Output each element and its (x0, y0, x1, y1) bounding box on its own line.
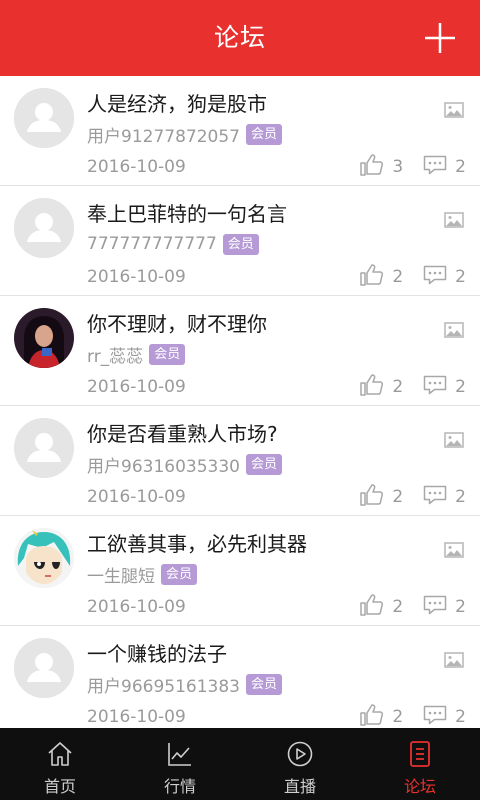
home-icon (46, 740, 74, 768)
post-date: 2016-10-09 (87, 157, 186, 177)
post-author[interactable]: 777777777777 (87, 234, 217, 254)
post-date: 2016-10-09 (87, 707, 186, 727)
member-badge: 会员 (245, 453, 282, 475)
image-icon (444, 432, 464, 448)
add-post-icon[interactable] (420, 18, 460, 58)
post-item[interactable]: 工欲善其事，必先利其器 一生腿短 会员 2016-10-09 2 2 (0, 516, 480, 626)
post-date: 2016-10-09 (87, 267, 186, 287)
like-count: 3 (392, 157, 404, 177)
like-count: 2 (392, 707, 404, 727)
post-item[interactable]: 你是否看重熟人市场? 用户96316035330 会员 2016-10-09 2 2 (0, 406, 480, 516)
thumbs-up-icon (360, 593, 384, 621)
like-button[interactable]: 2 (360, 373, 404, 401)
tab-label: 首页 (43, 777, 76, 796)
post-item[interactable]: 人是经济，狗是股市 用户91277872057 会员 2016-10-09 3 2 (0, 76, 480, 186)
like-count: 2 (392, 267, 404, 287)
tab-live[interactable]: 直播 (240, 728, 360, 800)
avatar[interactable] (14, 198, 74, 258)
post-author[interactable]: rr_蕊蕊 (87, 342, 143, 367)
post-author[interactable]: 用户96316035330 (87, 452, 240, 477)
thumbs-up-icon (360, 483, 384, 511)
post-title: 工欲善其事，必先利其器 (87, 532, 307, 556)
comment-button[interactable]: 2 (423, 265, 466, 290)
member-badge: 会员 (149, 343, 186, 365)
tab-label: 直播 (283, 777, 316, 796)
page-title: 论坛 (213, 23, 266, 52)
avatar[interactable] (14, 88, 74, 148)
avatar[interactable] (14, 638, 74, 698)
bottom-tab-bar: 首页 行情 直播 论坛 (0, 728, 480, 800)
image-icon (444, 322, 464, 338)
post-date: 2016-10-09 (87, 597, 186, 617)
image-icon (444, 102, 464, 118)
comment-icon (423, 595, 447, 620)
like-count: 2 (392, 487, 404, 507)
post-title: 奉上巴菲特的一句名言 (87, 202, 287, 226)
post-item[interactable]: 一个赚钱的法子 用户96695161383 会员 2016-10-09 2 2 (0, 626, 480, 728)
like-button[interactable]: 2 (360, 703, 404, 729)
comment-button[interactable]: 2 (423, 485, 466, 510)
post-item[interactable]: 你不理财，财不理你 rr_蕊蕊 会员 2016-10-09 2 2 (0, 296, 480, 406)
play-icon (286, 740, 314, 768)
thumbs-up-icon (360, 153, 384, 181)
thumbs-up-icon (360, 703, 384, 729)
app-header: 论坛 (0, 0, 480, 76)
post-author[interactable]: 用户96695161383 (87, 672, 240, 697)
avatar[interactable] (14, 528, 74, 588)
comment-icon (423, 155, 447, 180)
comment-count: 2 (455, 487, 466, 507)
post-author[interactable]: 用户91277872057 (87, 122, 240, 147)
comment-count: 2 (455, 267, 466, 287)
comment-count: 2 (455, 707, 466, 727)
comment-button[interactable]: 2 (423, 705, 466, 729)
thumbs-up-icon (360, 373, 384, 401)
like-button[interactable]: 2 (360, 483, 404, 511)
member-badge: 会员 (161, 563, 198, 585)
like-count: 2 (392, 377, 404, 397)
member-badge: 会员 (245, 673, 282, 695)
post-date: 2016-10-09 (87, 377, 186, 397)
comment-button[interactable]: 2 (423, 595, 466, 620)
thumbs-up-icon (360, 263, 384, 291)
member-badge: 会员 (245, 123, 282, 145)
like-button[interactable]: 2 (360, 593, 404, 621)
avatar[interactable] (14, 418, 74, 478)
comment-button[interactable]: 2 (423, 155, 466, 180)
comment-icon (423, 375, 447, 400)
chart-icon (166, 740, 194, 768)
comment-icon (423, 485, 447, 510)
comment-count: 2 (455, 597, 466, 617)
comment-icon (423, 705, 447, 729)
tab-market[interactable]: 行情 (120, 728, 240, 800)
post-title: 你是否看重熟人市场? (87, 422, 278, 446)
comment-count: 2 (455, 157, 466, 177)
comment-count: 2 (455, 377, 466, 397)
tab-forum[interactable]: 论坛 (360, 728, 480, 800)
like-button[interactable]: 2 (360, 263, 404, 291)
comment-button[interactable]: 2 (423, 375, 466, 400)
post-title: 你不理财，财不理你 (87, 312, 267, 336)
image-icon (444, 212, 464, 228)
image-icon (444, 652, 464, 668)
tab-label: 论坛 (403, 777, 436, 796)
like-button[interactable]: 3 (360, 153, 404, 181)
tab-home[interactable]: 首页 (0, 728, 120, 800)
avatar[interactable] (14, 308, 74, 368)
like-count: 2 (392, 597, 404, 617)
post-author[interactable]: 一生腿短 (87, 562, 155, 587)
member-badge: 会员 (222, 233, 259, 255)
post-list[interactable]: 人是经济，狗是股市 用户91277872057 会员 2016-10-09 32 … (0, 76, 480, 728)
post-title: 一个赚钱的法子 (87, 642, 227, 666)
post-title: 人是经济，狗是股市 (87, 92, 267, 116)
comment-icon (423, 265, 447, 290)
post-date: 2016-10-09 (87, 487, 186, 507)
post-item[interactable]: 奉上巴菲特的一句名言 777777777777 会员 2016-10-09 2 2 (0, 186, 480, 296)
image-icon (444, 542, 464, 558)
tab-label: 行情 (163, 777, 196, 796)
forum-icon (406, 740, 434, 768)
